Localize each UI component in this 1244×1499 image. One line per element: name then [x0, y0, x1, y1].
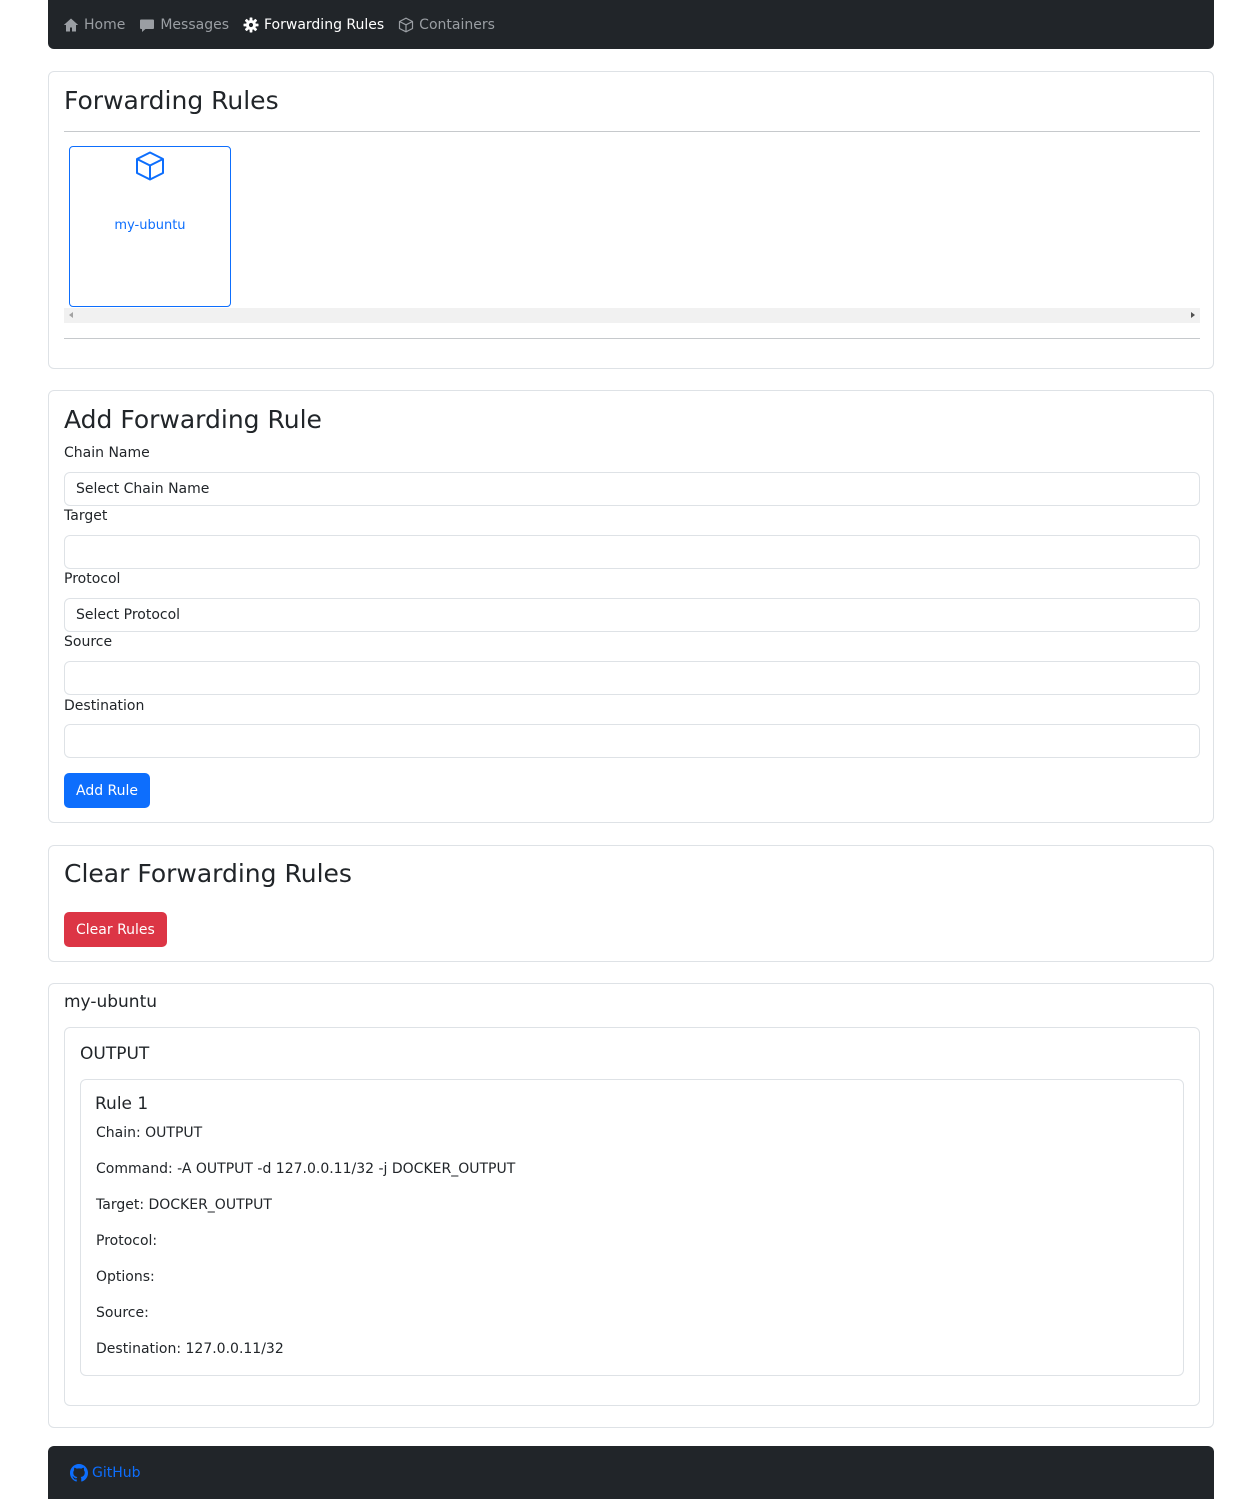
source-input[interactable] — [64, 661, 1200, 695]
destination-label: Destination — [64, 698, 145, 714]
containers-scroll-area: my-ubuntu — [64, 146, 1200, 324]
nav-item-forwarding-rules[interactable]: Forwarding Rules — [236, 0, 391, 49]
rule-options: Options: — [96, 1269, 155, 1285]
chain-name-select[interactable]: Select Chain Name — [64, 472, 1200, 506]
box-icon — [136, 151, 164, 181]
forwarding-rules-card: Forwarding Rules my-ubuntu — [48, 71, 1214, 369]
house-icon — [63, 18, 79, 31]
add-rule-button[interactable]: Add Rule — [64, 773, 151, 808]
protocol-select[interactable]: Select Protocol — [64, 598, 1200, 632]
rule-title: Rule 1 — [95, 1094, 149, 1114]
chain-card: OUTPUT Rule 1 Chain: OUTPUT Command: -A … — [64, 1027, 1200, 1406]
target-label: Target — [64, 508, 108, 524]
chat-icon — [140, 19, 155, 32]
rule-chain: Chain: OUTPUT — [96, 1125, 203, 1141]
container-name-heading: my-ubuntu — [64, 992, 158, 1012]
rule-card: Rule 1 Chain: OUTPUT Command: -A OUTPUT … — [80, 1079, 1184, 1376]
source-label: Source — [64, 634, 113, 650]
divider — [64, 131, 1200, 132]
container-tile[interactable]: my-ubuntu — [69, 146, 231, 307]
footer: GitHub — [48, 1446, 1214, 1499]
destination-input[interactable] — [64, 724, 1200, 758]
nav-item-label: Containers — [419, 16, 495, 33]
scroll-right-arrow-icon[interactable] — [1191, 312, 1195, 318]
protocol-label: Protocol — [64, 571, 121, 587]
divider — [64, 338, 1200, 339]
nav-item-messages[interactable]: Messages — [132, 0, 236, 49]
nav-item-label: Home — [84, 16, 126, 33]
page-title: Forwarding Rules — [64, 86, 279, 115]
gear-icon — [243, 17, 259, 32]
container-name: my-ubuntu — [114, 218, 186, 233]
target-input[interactable] — [64, 535, 1200, 569]
section-title: Add Forwarding Rule — [64, 405, 322, 434]
rule-target: Target: DOCKER_OUTPUT — [96, 1197, 272, 1213]
rule-protocol: Protocol: — [96, 1233, 158, 1249]
github-icon — [70, 1463, 88, 1482]
section-title: Clear Forwarding Rules — [64, 859, 352, 888]
nav-item-label: Forwarding Rules — [264, 16, 385, 33]
nav-item-home[interactable]: Home — [56, 0, 132, 49]
clear-rules-button[interactable]: Clear Rules — [64, 912, 167, 947]
rule-command: Command: -A OUTPUT -d 127.0.0.11/32 -j D… — [96, 1161, 516, 1177]
add-rule-card: Add Forwarding Rule Chain Name Select Ch… — [48, 390, 1214, 823]
github-link[interactable]: GitHub — [70, 1463, 141, 1482]
scroll-left-arrow-icon[interactable] — [69, 312, 73, 318]
rule-destination: Destination: 127.0.0.11/32 — [96, 1341, 284, 1357]
chain-name-label: Chain Name — [64, 445, 150, 461]
nav-item-label: Messages — [160, 16, 229, 33]
box-icon — [399, 17, 414, 32]
horizontal-scrollbar[interactable] — [64, 308, 1200, 323]
chain-heading: OUTPUT — [80, 1044, 150, 1064]
rule-source: Source: — [96, 1305, 149, 1321]
nav-item-containers[interactable]: Containers — [391, 0, 502, 49]
top-navbar: Home Messages Forwarding Rules Container… — [48, 0, 1214, 49]
github-link-label: GitHub — [92, 1464, 141, 1481]
clear-rules-card: Clear Forwarding Rules Clear Rules — [48, 845, 1214, 962]
container-rules-card: my-ubuntu OUTPUT Rule 1 Chain: OUTPUT Co… — [48, 983, 1214, 1428]
